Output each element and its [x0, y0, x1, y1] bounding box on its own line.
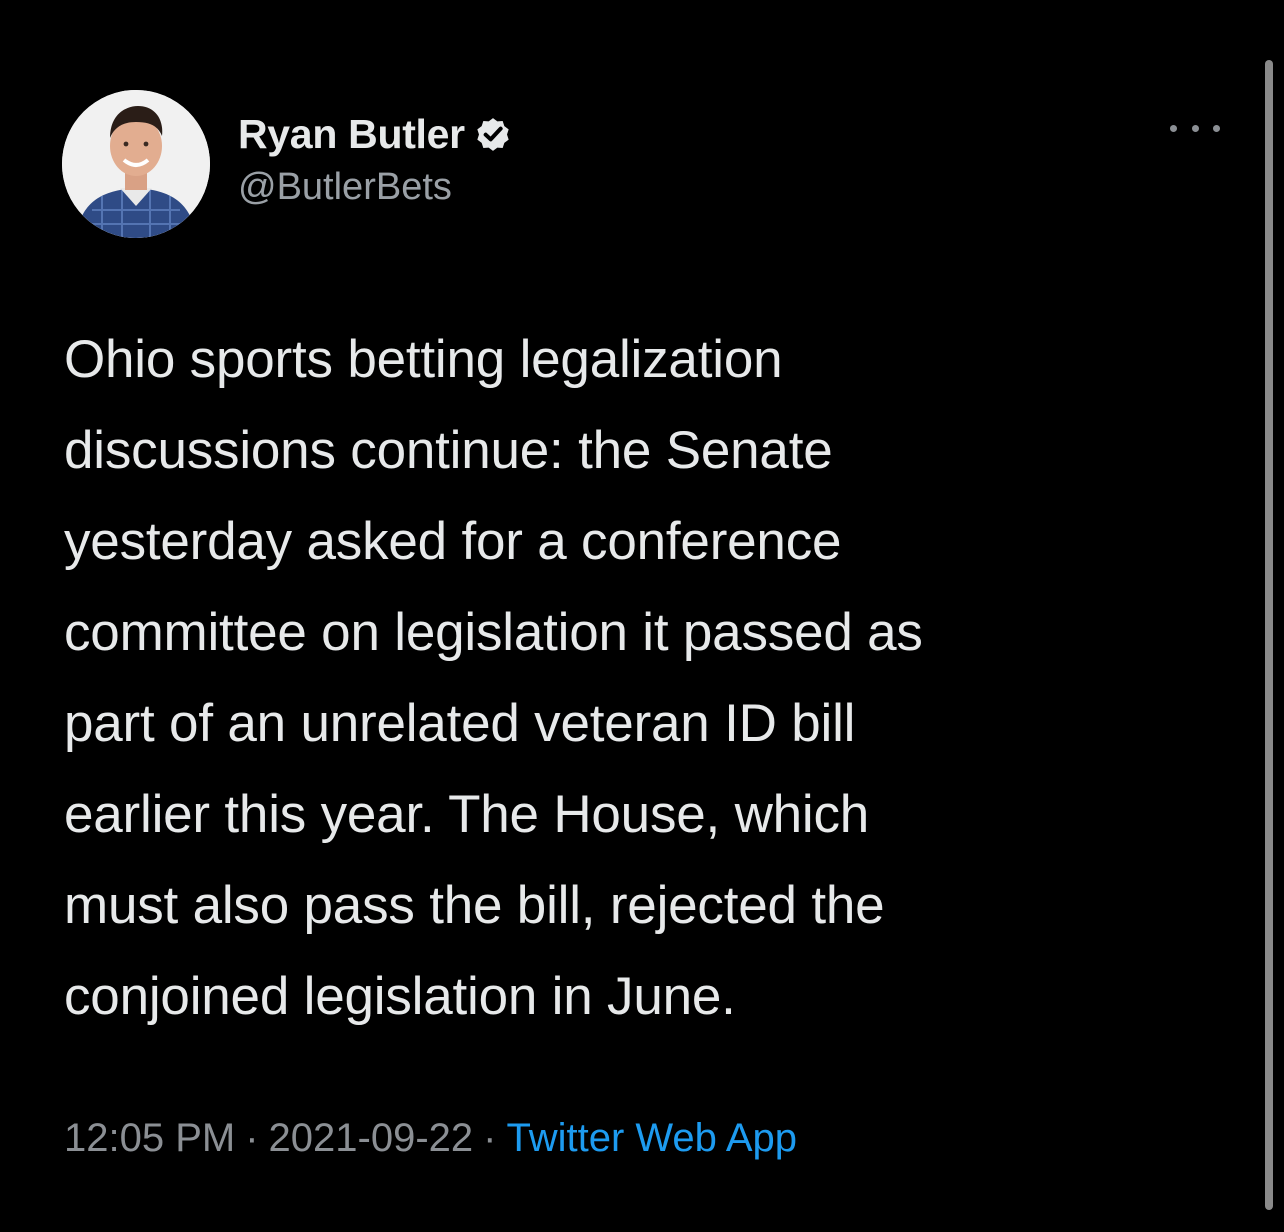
tweet-source-link[interactable]: Twitter Web App [506, 1116, 797, 1160]
user-handle[interactable]: @ButlerBets [238, 166, 513, 209]
tweet-text-line: must also pass the bill, rejected the [64, 876, 885, 935]
tweet-text-line: discussions continue: the Senate [64, 421, 833, 480]
more-options-icon[interactable] [1170, 118, 1220, 138]
author-block: Ryan Butler @ButlerBets [238, 108, 513, 209]
tweet-text-line: conjoined legislation in June. [64, 967, 736, 1026]
meta-separator: · [245, 1116, 259, 1160]
more-dot [1170, 124, 1177, 132]
name-row: Ryan Butler [238, 108, 513, 160]
tweet-text-line: earlier this year. The House, which [64, 785, 870, 844]
avatar[interactable] [62, 90, 210, 238]
scrollbar[interactable] [1265, 60, 1273, 1210]
more-dot [1191, 124, 1199, 132]
display-name[interactable]: Ryan Butler [238, 111, 465, 158]
tweet-date[interactable]: 2021-09-22 [269, 1116, 474, 1160]
tweet-time[interactable]: 12:05 PM [64, 1116, 235, 1160]
tweet-meta: 12:05 PM · 2021-09-22 · Twitter Web App [64, 1116, 797, 1161]
avatar-image [62, 90, 210, 238]
tweet-text-line: committee on legislation it passed as [64, 603, 923, 662]
tweet-text-line: Ohio sports betting legalization [64, 330, 783, 389]
tweet-card: Ryan Butler @ButlerBets Ohio sports bett… [0, 0, 1284, 1232]
tweet-text-line: part of an unrelated veteran ID bill [64, 694, 856, 753]
tweet-text: Ohio sports betting legalization discuss… [64, 314, 1214, 1042]
meta-separator: · [483, 1116, 497, 1160]
more-dot [1213, 124, 1220, 132]
verified-badge-icon [473, 114, 513, 154]
tweet-text-line: yesterday asked for a conference [64, 512, 842, 571]
